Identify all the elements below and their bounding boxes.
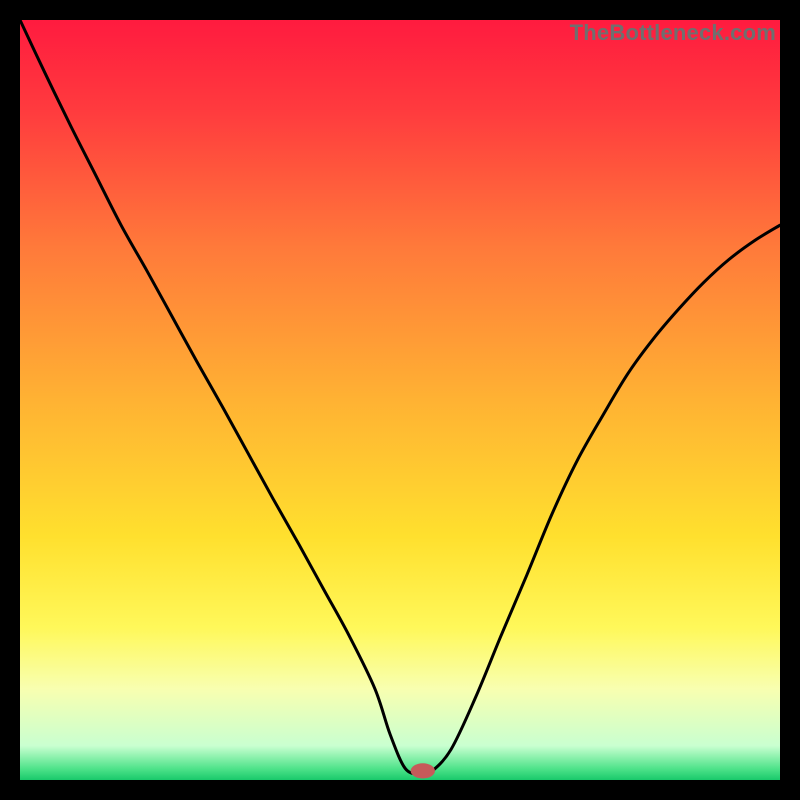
optimal-point-marker — [411, 763, 435, 778]
chart-frame: TheBottleneck.com — [20, 20, 780, 780]
bottleneck-chart — [20, 20, 780, 780]
watermark-text: TheBottleneck.com — [570, 20, 776, 46]
gradient-background — [20, 20, 780, 780]
